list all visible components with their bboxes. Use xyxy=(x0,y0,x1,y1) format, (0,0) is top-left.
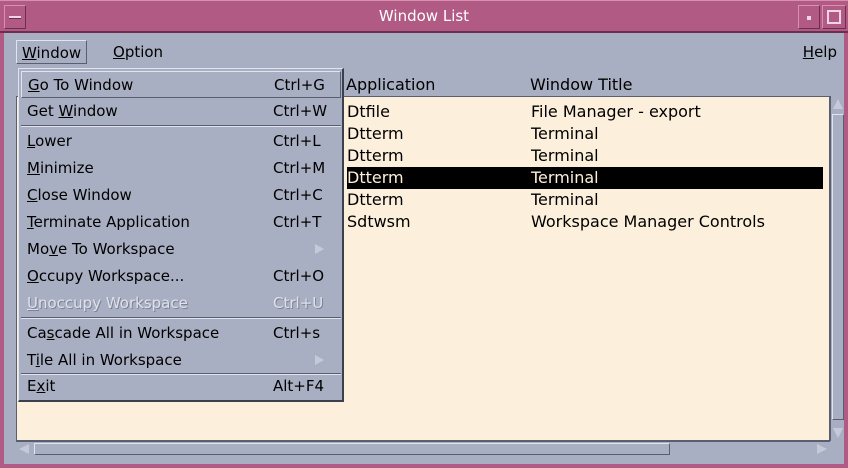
menu-item-accelerator: Ctrl+U xyxy=(273,294,324,312)
menu-option-mnemonic: O xyxy=(113,43,125,61)
menu-item-get-window[interactable]: Get Window Ctrl+W xyxy=(21,98,341,125)
menu-item-accelerator: Ctrl+C xyxy=(273,186,323,204)
menu-item-occupy-workspace[interactable]: Occupy Workspace... Ctrl+O xyxy=(21,263,341,290)
maximize-icon xyxy=(827,10,841,24)
menu-item-accelerator: Alt+F4 xyxy=(273,377,325,395)
horizontal-scroll-thumb[interactable] xyxy=(34,443,670,455)
menu-window-label: indow xyxy=(36,44,82,62)
row-window-title: Terminal xyxy=(531,190,599,209)
menu-item-exit[interactable]: Exit Alt+F4 xyxy=(21,373,341,400)
menu-item-move-to-workspace[interactable]: Move To Workspace xyxy=(21,236,341,263)
window-title: Window List xyxy=(378,7,470,25)
list-row-selected[interactable]: Dtterm Terminal xyxy=(347,167,823,189)
menu-item-label: Close Window xyxy=(27,186,132,204)
menu-item-accelerator: Ctrl+T xyxy=(273,213,322,231)
scroll-right-arrow-icon[interactable] xyxy=(817,444,827,454)
list-row[interactable]: Dtfile File Manager - export xyxy=(347,101,823,123)
menu-item-accelerator: Ctrl+O xyxy=(273,267,325,285)
row-application: Dtterm xyxy=(347,124,404,143)
menu-help-mnemonic: H xyxy=(802,43,815,61)
menu-item-label: Minimize xyxy=(27,159,94,177)
menu-item-label: Exit xyxy=(27,377,56,395)
menu-item-terminate-application[interactable]: Terminate Application Ctrl+T xyxy=(21,209,341,236)
cascade-arrow-icon xyxy=(315,355,324,365)
menu-item-minimize[interactable]: Minimize Ctrl+M xyxy=(21,155,341,182)
row-application: Dtfile xyxy=(347,102,390,121)
menu-help-label: elp xyxy=(814,43,837,61)
row-window-title: Terminal xyxy=(531,168,599,187)
scroll-left-arrow-icon[interactable] xyxy=(19,444,29,454)
window-menu-dropdown: Go To Window Ctrl+G Get Window Ctrl+W Lo… xyxy=(18,68,344,402)
minimize-icon xyxy=(807,16,811,20)
menu-item-unoccupy-workspace: Unoccupy Workspace Ctrl+U xyxy=(21,290,341,317)
row-window-title: File Manager - export xyxy=(531,102,701,121)
menu-item-label: Move To Workspace xyxy=(27,240,175,258)
row-window-title: Terminal xyxy=(531,124,599,143)
scroll-down-arrow-icon[interactable] xyxy=(833,428,843,438)
menu-item-accelerator: Ctrl+M xyxy=(273,159,326,177)
menu-item-close-window[interactable]: Close Window Ctrl+C xyxy=(21,182,341,209)
cascade-arrow-icon xyxy=(315,244,324,254)
menu-item-accelerator: Ctrl+G xyxy=(274,76,325,94)
row-application: Dtterm xyxy=(347,168,404,187)
minimize-button[interactable] xyxy=(798,5,820,29)
menu-item-lower[interactable]: Lower Ctrl+L xyxy=(21,128,341,155)
menu-separator xyxy=(21,125,341,127)
row-window-title: Workspace Manager Controls xyxy=(531,212,765,231)
column-header-window-title[interactable]: Window Title xyxy=(530,75,632,94)
menu-item-accelerator: Ctrl+W xyxy=(273,102,328,120)
menu-item-label: Tile All in Workspace xyxy=(27,351,182,369)
row-application: Dtterm xyxy=(347,190,404,209)
menu-item-label: Terminate Application xyxy=(27,213,190,231)
row-window-title: Terminal xyxy=(531,146,599,165)
menu-window-mnemonic: W xyxy=(22,44,37,62)
vertical-scrollbar[interactable] xyxy=(830,96,844,441)
menu-item-label: Get Window xyxy=(27,102,118,120)
horizontal-scrollbar[interactable] xyxy=(16,441,830,456)
maximize-button[interactable] xyxy=(822,5,846,29)
menu-item-label: Go To Window xyxy=(28,76,134,94)
list-row[interactable]: Sdtwsm Workspace Manager Controls xyxy=(347,211,823,233)
menu-item-tile-all[interactable]: Tile All in Workspace xyxy=(21,347,341,374)
menu-window[interactable]: Window xyxy=(16,40,88,64)
menu-item-cascade-all[interactable]: Cascade All in Workspace Ctrl+s xyxy=(21,320,341,347)
list-row[interactable]: Dtterm Terminal xyxy=(347,145,823,167)
list-row[interactable]: Dtterm Terminal xyxy=(347,123,823,145)
list-row[interactable]: Dtterm Terminal xyxy=(347,189,823,211)
vertical-scroll-thumb[interactable] xyxy=(832,114,844,420)
menu-option[interactable]: Option xyxy=(108,40,168,64)
column-header-application[interactable]: Application xyxy=(346,75,435,94)
menu-item-label: Cascade All in Workspace xyxy=(27,324,220,342)
menu-separator xyxy=(21,317,341,319)
menu-help[interactable]: Help xyxy=(798,40,842,64)
title-bar[interactable]: Window List xyxy=(0,0,848,33)
menu-item-label: Unoccupy Workspace xyxy=(27,294,188,312)
menu-item-accelerator: Ctrl+L xyxy=(273,132,321,150)
row-application: Sdtwsm xyxy=(347,212,411,231)
menu-bar: Window Option Help xyxy=(10,37,844,66)
row-application: Dtterm xyxy=(347,146,404,165)
menu-item-label: Lower xyxy=(27,132,72,150)
menu-item-label: Occupy Workspace... xyxy=(27,267,185,285)
menu-item-go-to-window[interactable]: Go To Window Ctrl+G xyxy=(21,71,341,98)
scroll-up-arrow-icon[interactable] xyxy=(833,99,843,109)
menu-option-label: ption xyxy=(124,43,164,61)
menu-item-accelerator: Ctrl+s xyxy=(273,324,321,342)
